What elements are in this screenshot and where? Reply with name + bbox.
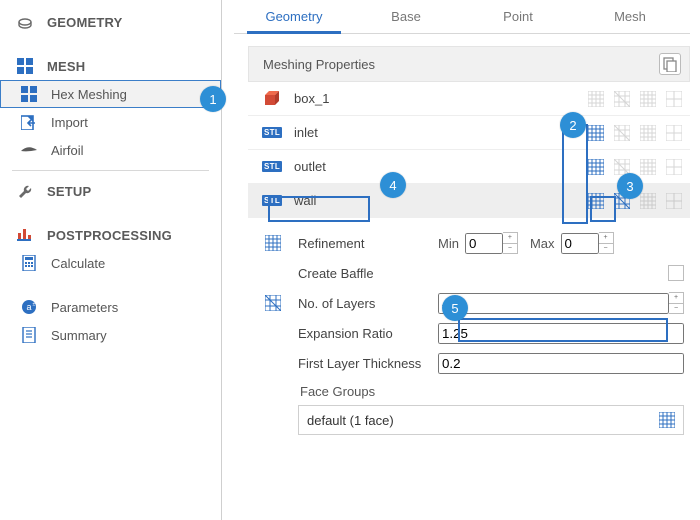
mesh-mode-2[interactable] <box>612 89 632 109</box>
mesh-mode-4[interactable] <box>664 123 684 143</box>
callout-1: 1 <box>200 86 226 112</box>
thickness-input[interactable] <box>438 353 684 374</box>
callout-4: 4 <box>380 172 406 198</box>
mesh-mode-3[interactable] <box>638 89 658 109</box>
panel-header: Meshing Properties <box>248 46 690 82</box>
mesh-mode-3[interactable] <box>638 123 658 143</box>
facegroup-mesh-icon <box>659 412 675 428</box>
tab-mesh[interactable]: Mesh <box>574 9 686 24</box>
max-input[interactable] <box>561 233 599 254</box>
box-icon <box>262 91 282 107</box>
calculate-icon <box>20 254 38 272</box>
import-icon <box>20 113 38 131</box>
mesh-mode-1[interactable] <box>586 123 606 143</box>
layers-icon <box>262 295 284 311</box>
sidebar: GEOMETRY MESH Hex Meshing Import Airfoil… <box>0 0 222 520</box>
tab-point[interactable]: Point <box>462 9 574 24</box>
expansion-input[interactable] <box>438 323 684 344</box>
stl-icon: STL <box>262 159 282 175</box>
layers-input[interactable] <box>438 293 669 314</box>
tab-label: Base <box>391 9 421 24</box>
parameters-icon <box>20 298 38 316</box>
setup-icon <box>16 182 34 200</box>
postprocessing-icon <box>16 226 34 244</box>
tab-geometry[interactable]: Geometry <box>238 9 350 24</box>
tab-bar: Geometry Base Point Mesh <box>234 0 690 34</box>
sidebar-section-mesh[interactable]: MESH <box>0 52 221 80</box>
tab-base[interactable]: Base <box>350 9 462 24</box>
layers-spinner[interactable]: +− <box>669 292 684 314</box>
max-label: Max <box>530 236 555 251</box>
summary-icon <box>20 326 38 344</box>
callout-5: 5 <box>442 295 468 321</box>
stl-icon: STL <box>262 125 282 141</box>
sidebar-label: SETUP <box>47 184 91 199</box>
object-name: outlet <box>294 159 586 174</box>
prop-expansion: Expansion Ratio <box>262 318 684 348</box>
sidebar-item-import[interactable]: Import <box>0 108 221 136</box>
object-row-inlet[interactable]: STL inlet <box>248 116 690 150</box>
airfoil-icon <box>20 141 38 159</box>
sidebar-label: MESH <box>47 59 85 74</box>
mesh-mode-2[interactable] <box>612 123 632 143</box>
mesh-mode-3[interactable] <box>638 157 658 177</box>
sidebar-item-calculate[interactable]: Calculate <box>0 249 221 277</box>
sidebar-item-label: Parameters <box>51 300 118 315</box>
min-input[interactable] <box>465 233 503 254</box>
sidebar-item-label: Summary <box>51 328 107 343</box>
sidebar-item-label: Import <box>51 115 88 130</box>
prop-label: Refinement <box>298 236 438 251</box>
mesh-mode-3[interactable] <box>638 191 658 211</box>
panel-title: Meshing Properties <box>263 57 659 72</box>
tab-label: Mesh <box>614 9 646 24</box>
mesh-mode-4[interactable] <box>664 191 684 211</box>
callout-3: 3 <box>617 173 643 199</box>
sidebar-section-geometry[interactable]: GEOMETRY <box>0 8 221 36</box>
facegroup-item[interactable]: default (1 face) <box>298 405 684 435</box>
sidebar-item-label: Hex Meshing <box>51 87 127 102</box>
mesh-mode-4[interactable] <box>664 157 684 177</box>
facegroups-label: Face Groups <box>300 384 684 399</box>
sidebar-item-label: Calculate <box>51 256 105 271</box>
sidebar-label: POSTPROCESSING <box>47 228 172 243</box>
prop-label: Create Baffle <box>298 266 438 281</box>
object-row-box1[interactable]: box_1 <box>248 82 690 116</box>
max-spinner[interactable]: +− <box>599 232 614 254</box>
hex-meshing-icon <box>20 85 38 103</box>
tab-label: Geometry <box>265 9 322 24</box>
prop-layers: No. of Layers +− <box>262 288 684 318</box>
object-name: box_1 <box>294 91 586 106</box>
min-label: Min <box>438 236 459 251</box>
prop-refinement: Refinement Min +− Max +− <box>262 228 684 258</box>
sidebar-section-postprocessing[interactable]: POSTPROCESSING <box>0 221 221 249</box>
sidebar-item-label: Airfoil <box>51 143 84 158</box>
refinement-icon <box>262 235 284 251</box>
object-name: inlet <box>294 125 586 140</box>
sidebar-item-parameters[interactable]: Parameters <box>0 293 221 321</box>
mesh-mode-4[interactable] <box>664 89 684 109</box>
prop-label: No. of Layers <box>298 296 438 311</box>
prop-label: Expansion Ratio <box>298 326 438 341</box>
prop-thickness: First Layer Thickness <box>262 348 684 378</box>
facegroup-name: default (1 face) <box>307 413 659 428</box>
copy-button[interactable] <box>659 53 681 75</box>
sidebar-item-summary[interactable]: Summary <box>0 321 221 349</box>
min-spinner[interactable]: +− <box>503 232 518 254</box>
sidebar-item-airfoil[interactable]: Airfoil <box>0 136 221 164</box>
stl-icon: STL <box>262 193 282 209</box>
geometry-icon <box>16 13 34 31</box>
mesh-mode-1[interactable] <box>586 157 606 177</box>
mesh-mode-1[interactable] <box>586 191 606 211</box>
tab-label: Point <box>503 9 533 24</box>
callout-2: 2 <box>560 112 586 138</box>
baffle-checkbox[interactable] <box>668 265 684 281</box>
object-name: wall <box>294 193 586 208</box>
prop-label: First Layer Thickness <box>298 356 438 371</box>
prop-baffle: Create Baffle <box>262 258 684 288</box>
mesh-mode-1[interactable] <box>586 89 606 109</box>
sidebar-item-hex-meshing[interactable]: Hex Meshing <box>0 80 221 108</box>
sidebar-section-setup[interactable]: SETUP <box>0 177 221 205</box>
sidebar-label: GEOMETRY <box>47 15 123 30</box>
mesh-icon <box>16 57 34 75</box>
